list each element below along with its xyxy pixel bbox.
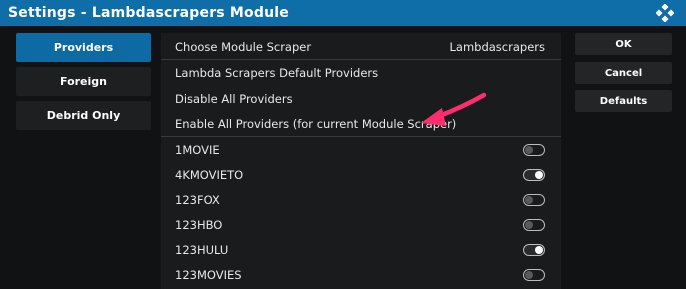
toggle-knob [525,195,533,204]
setting-value: Lambdascrapers [449,39,546,54]
toggle-knob [535,170,543,179]
settings-list: Choose Module Scraper Lambdascrapers Lam… [161,33,561,289]
toggle-knob [525,270,533,279]
toggle-knob [535,245,543,254]
settings-window: Settings - Lambdascrapers Module Provide… [0,0,686,289]
action-label: Enable All Providers (for current Module… [175,116,457,131]
category-label: Foreign [60,75,107,88]
kodi-logo-icon [656,4,674,22]
provider-toggle[interactable] [523,268,545,281]
setting-label: Choose Module Scraper [175,39,312,54]
action-label: Lambda Scrapers Default Providers [175,65,379,80]
provider-name: 123HULU [175,242,229,257]
setting-module-scraper[interactable]: Choose Module Scraper Lambdascrapers [161,34,561,59]
window-title: Settings - Lambdascrapers Module [8,5,289,21]
provider-name: 123MOVIES [175,267,242,282]
provider-toggle[interactable] [523,143,545,156]
provider-row[interactable]: 1MOVIE [161,137,561,162]
action-label: Disable All Providers [175,91,293,106]
title-bar: Settings - Lambdascrapers Module [0,0,686,26]
toggle-knob [525,220,533,229]
button-label: Defaults [599,95,648,107]
provider-name: 123FOX [175,192,220,207]
provider-row[interactable]: 123MOVIES [161,262,561,287]
provider-name: 1MOVIE [175,142,220,157]
provider-toggle[interactable] [523,218,545,231]
category-foreign[interactable]: Foreign [16,67,151,96]
provider-row[interactable]: 123FOX [161,187,561,212]
provider-name: 4KMOVIETO [175,167,244,182]
action-disable-all[interactable]: Disable All Providers [161,86,561,111]
toggle-knob [525,145,533,154]
provider-toggle[interactable] [523,168,545,181]
action-default-providers[interactable]: Lambda Scrapers Default Providers [161,60,561,85]
category-debrid-only[interactable]: Debrid Only [16,101,151,130]
category-label: Providers [53,41,114,54]
category-providers[interactable]: Providers [16,33,151,62]
cancel-button[interactable]: Cancel [575,62,672,84]
provider-toggle[interactable] [523,193,545,206]
provider-row[interactable]: 123HULU [161,237,561,262]
provider-row[interactable]: 4KMOVIETO [161,162,561,187]
category-label: Debrid Only [46,109,121,122]
provider-name: 123HBO [175,217,223,232]
button-label: Cancel [604,67,643,79]
action-enable-all[interactable]: Enable All Providers (for current Module… [161,111,561,136]
provider-row[interactable]: 123HBO [161,212,561,237]
ok-button[interactable]: OK [575,33,672,55]
button-label: OK [615,38,632,50]
defaults-button[interactable]: Defaults [575,90,672,112]
provider-toggle[interactable] [523,243,545,256]
